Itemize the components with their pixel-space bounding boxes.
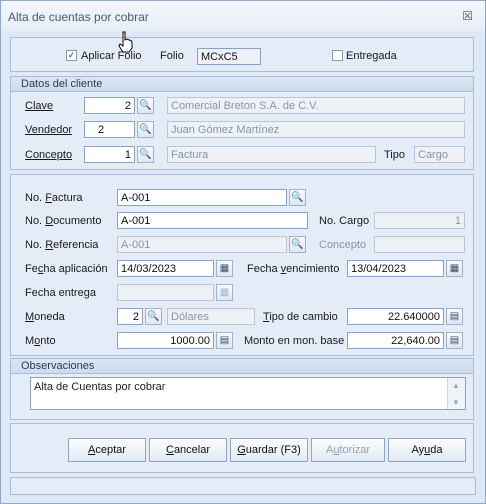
monto-calculator-icon[interactable]: ▤ bbox=[216, 332, 233, 349]
observaciones-scrollbar[interactable]: ▲ ▼ bbox=[447, 378, 465, 409]
status-bar bbox=[10, 477, 476, 495]
close-icon[interactable]: ☒ bbox=[462, 9, 473, 23]
concepto-input[interactable]: 1 bbox=[84, 146, 135, 163]
vendedor-label: Vendedor bbox=[25, 124, 73, 136]
aplicar-folio-checkbox[interactable]: ✓ bbox=[66, 50, 77, 61]
concepto-name-field: Factura bbox=[167, 146, 376, 163]
dialog-window: Alta de cuentas por cobrar ☒ ✓ Aplicar F… bbox=[0, 0, 486, 504]
fecha-entrega-input[interactable] bbox=[117, 284, 214, 301]
observaciones-group-header: Observaciones bbox=[11, 359, 473, 374]
no-cargo-label: No. Cargo bbox=[319, 215, 370, 227]
entregada-label: Entregada bbox=[346, 50, 397, 62]
fecha-vencimiento-label: Fecha vencimiento bbox=[247, 263, 340, 275]
concepto-label: Concepto bbox=[25, 149, 73, 161]
no-referencia-label: No. Referencia bbox=[25, 239, 99, 251]
moneda-name-field: Dólares bbox=[167, 308, 255, 325]
tipo-cambio-label: Tipo de cambio bbox=[263, 311, 338, 323]
observaciones-text: Alta de Cuentas por cobrar bbox=[34, 381, 166, 393]
fecha-entrega-label: Fecha entrega bbox=[25, 287, 96, 299]
no-cargo-field: 1 bbox=[374, 212, 465, 229]
monto-base-label: Monto en mon. base bbox=[244, 335, 345, 347]
fecha-aplicacion-label: Fecha aplicación bbox=[25, 263, 108, 275]
vendedor-input[interactable]: 2 bbox=[84, 121, 135, 138]
no-documento-label: No. Documento bbox=[25, 215, 102, 227]
folio-label: Folio bbox=[160, 50, 184, 62]
no-documento-input[interactable]: A-001 bbox=[117, 212, 308, 229]
fecha-entrega-calendar-icon[interactable]: ▦ bbox=[216, 284, 233, 301]
cliente-name-field: Comercial Breton S.A. de C.V. bbox=[167, 97, 465, 114]
cancelar-button[interactable]: Cancelar bbox=[149, 438, 227, 462]
observaciones-group-title: Observaciones bbox=[21, 360, 95, 372]
guardar-button[interactable]: Guardar (F3) bbox=[230, 438, 308, 462]
monto-label: Monto bbox=[25, 335, 56, 347]
moneda-label: Moneda bbox=[25, 311, 65, 323]
cliente-group-header: Datos del cliente bbox=[11, 77, 473, 92]
folio-field[interactable]: MCxC5 bbox=[197, 48, 261, 65]
concepto-ref-field bbox=[374, 236, 465, 253]
title-bar: Alta de cuentas por cobrar ☒ bbox=[1, 1, 485, 31]
vendedor-name-field: Juan Gómez Martínez bbox=[167, 121, 465, 138]
monto-input[interactable]: 1000.00 bbox=[117, 332, 214, 349]
aceptar-button[interactable]: Aceptar bbox=[68, 438, 146, 462]
hand-cursor-icon bbox=[118, 31, 133, 53]
no-factura-search-icon[interactable]: 🔍 bbox=[289, 189, 306, 206]
observaciones-textarea[interactable]: Alta de Cuentas por cobrar ▲ ▼ bbox=[30, 377, 466, 410]
clave-input[interactable]: 2 bbox=[84, 97, 135, 114]
no-factura-input[interactable]: A-001 bbox=[117, 189, 287, 206]
clave-search-icon[interactable]: 🔍 bbox=[137, 97, 154, 114]
fecha-vencimiento-input[interactable]: 13/04/2023 bbox=[347, 260, 444, 277]
tipo-cambio-calculator-icon[interactable]: ▤ bbox=[446, 308, 463, 325]
vendedor-search-icon[interactable]: 🔍 bbox=[137, 121, 154, 138]
moneda-search-icon[interactable]: 🔍 bbox=[145, 308, 162, 325]
concepto-ref-label: Concepto bbox=[319, 239, 367, 251]
ayuda-button[interactable]: Ayuda bbox=[388, 438, 466, 462]
scroll-down-icon[interactable]: ▼ bbox=[452, 398, 460, 407]
no-factura-label: No. Factura bbox=[25, 192, 83, 204]
clave-label: Clave bbox=[25, 100, 54, 112]
autorizar-button[interactable]: Autorizar bbox=[311, 438, 385, 462]
entregada-checkbox[interactable] bbox=[332, 50, 343, 61]
tipo-label: Tipo bbox=[384, 149, 405, 161]
fecha-aplicacion-calendar-icon[interactable]: ▦ bbox=[216, 260, 233, 277]
monto-base-field[interactable]: 22,640.00 bbox=[347, 332, 444, 349]
fecha-vencimiento-calendar-icon[interactable]: ▦ bbox=[446, 260, 463, 277]
tipo-cambio-input[interactable]: 22.640000 bbox=[347, 308, 444, 325]
tipo-field: Cargo bbox=[414, 146, 465, 163]
scroll-up-icon[interactable]: ▲ bbox=[452, 381, 460, 390]
no-referencia-input[interactable]: A-001 bbox=[117, 236, 287, 253]
no-referencia-search-icon[interactable]: 🔍 bbox=[289, 236, 306, 253]
fecha-aplicacion-input[interactable]: 14/03/2023 bbox=[117, 260, 214, 277]
concepto-search-icon[interactable]: 🔍 bbox=[137, 146, 154, 163]
window-title: Alta de cuentas por cobrar bbox=[8, 10, 149, 24]
cliente-group-title: Datos del cliente bbox=[21, 78, 103, 90]
monto-base-calculator-icon[interactable]: ▤ bbox=[446, 332, 463, 349]
moneda-input[interactable]: 2 bbox=[117, 308, 143, 325]
